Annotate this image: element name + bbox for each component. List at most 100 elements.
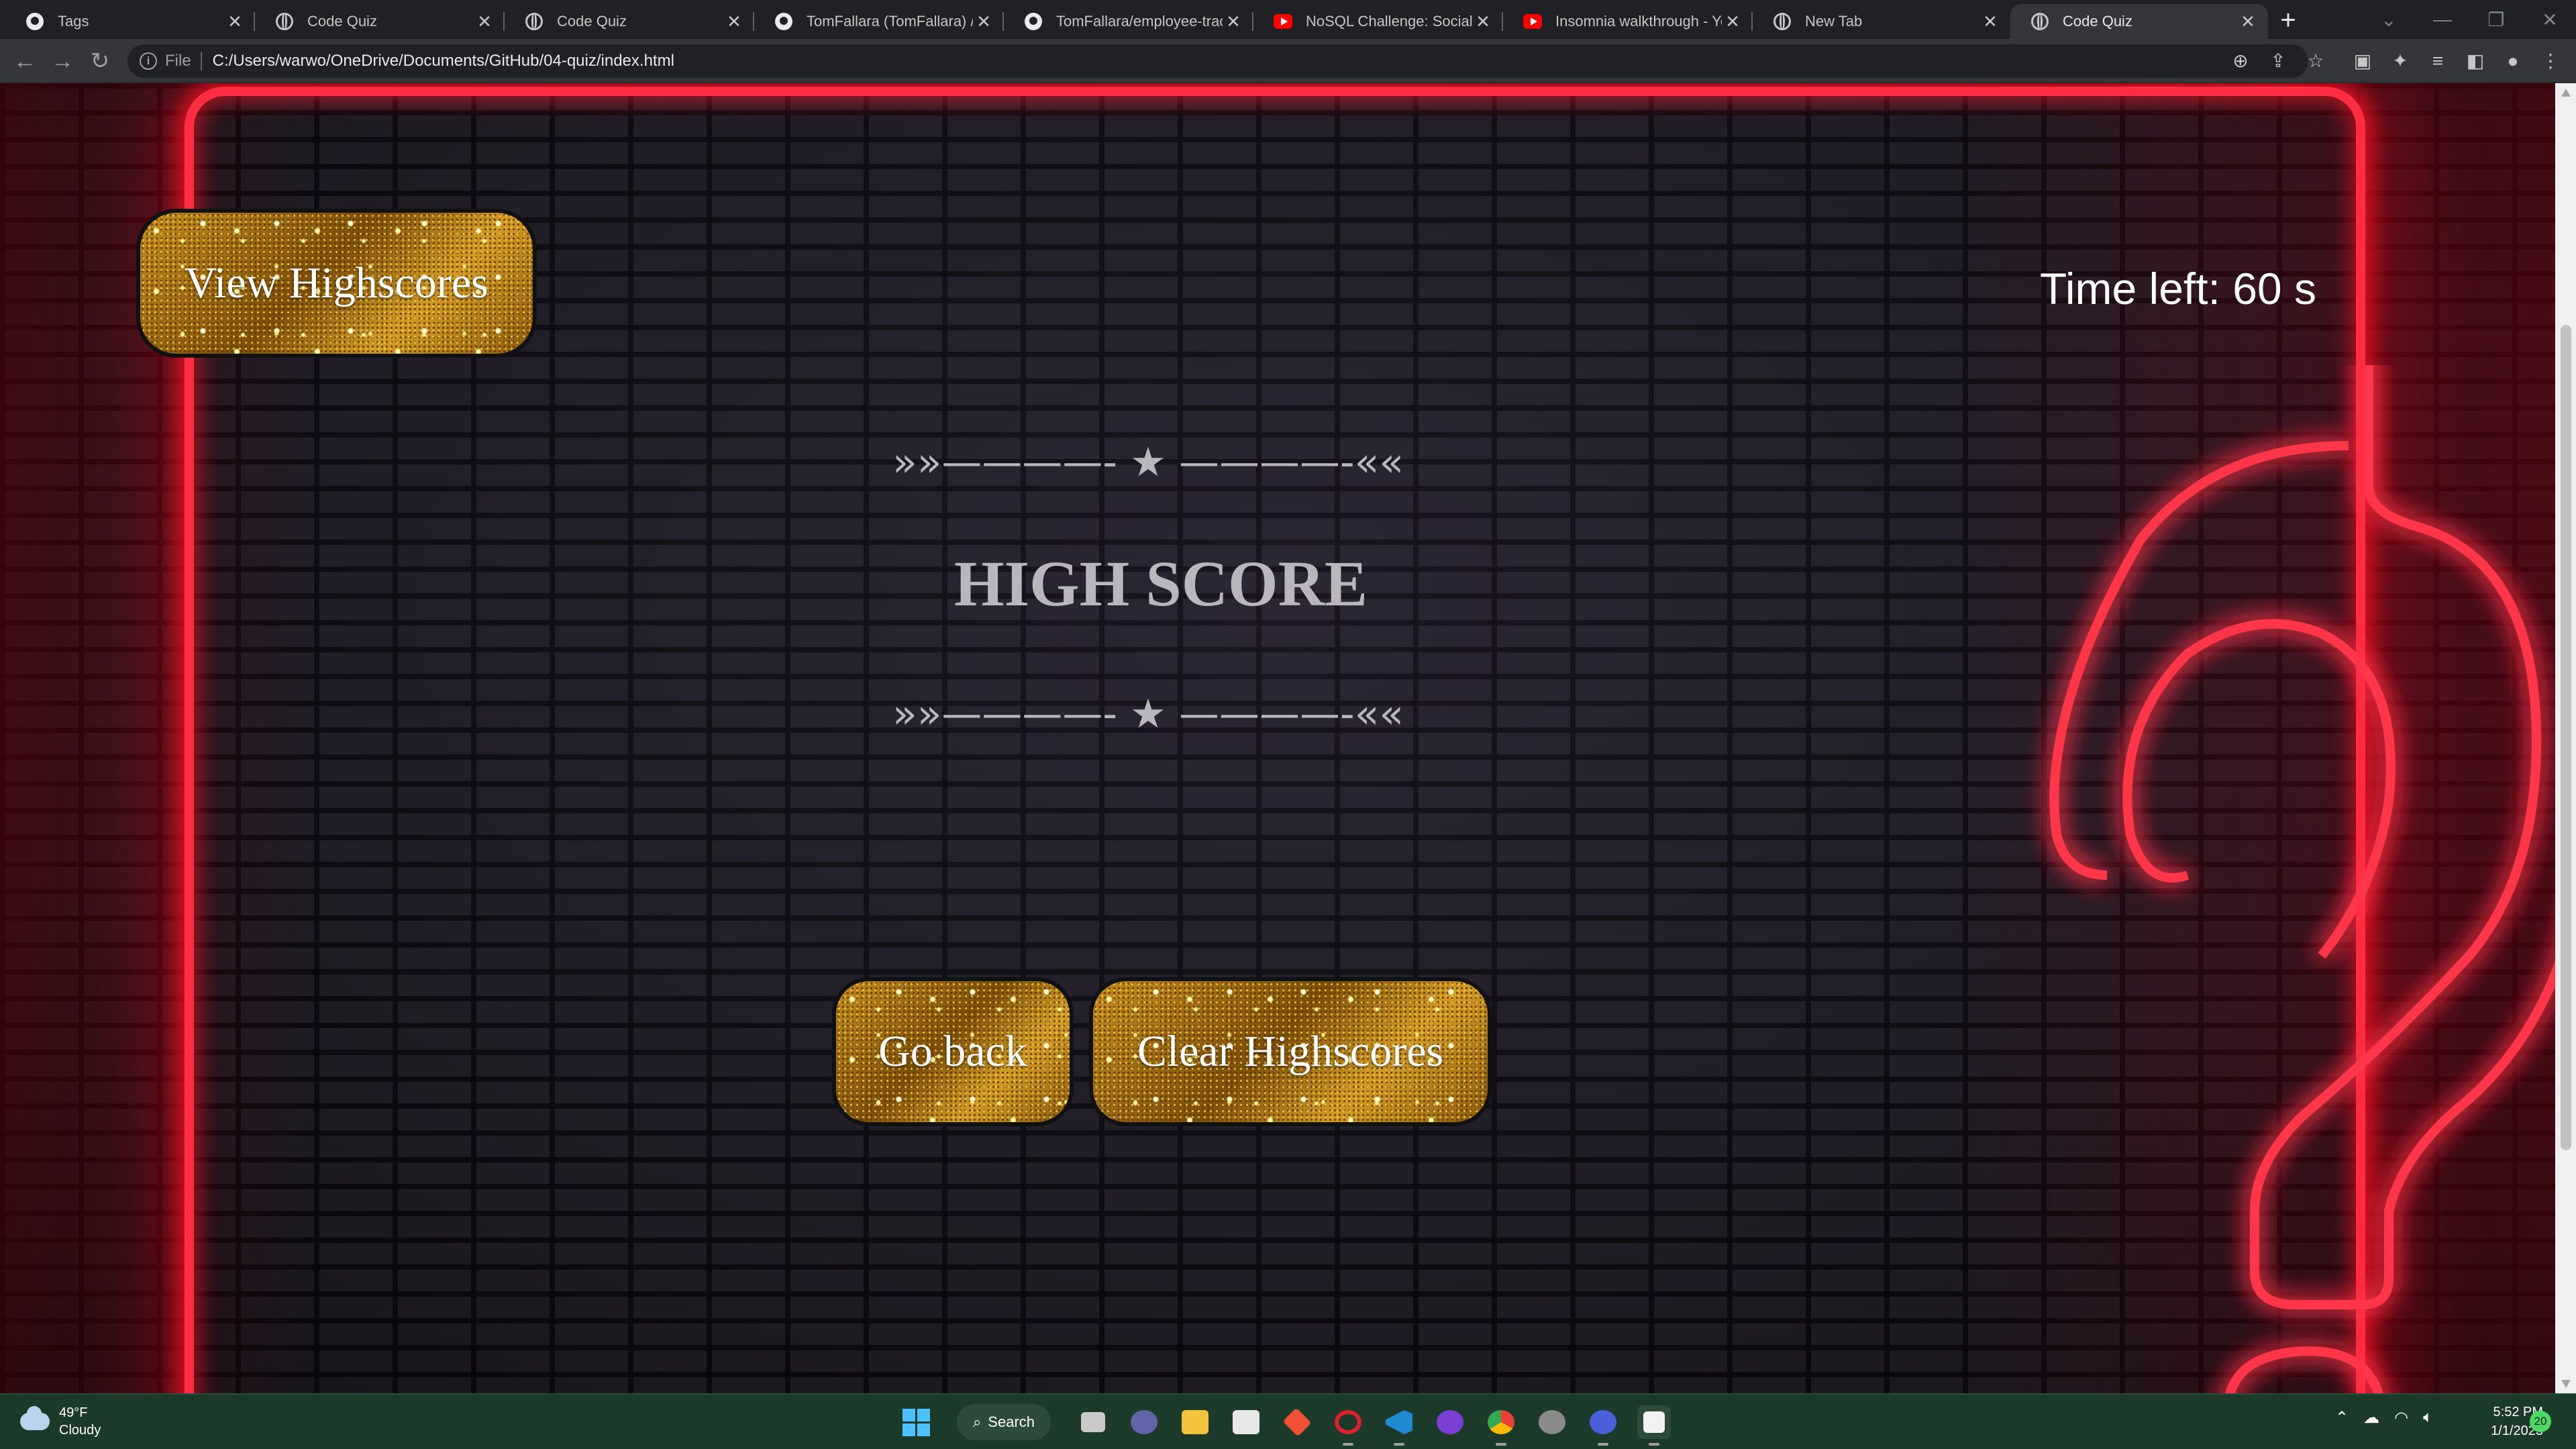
info-icon[interactable]: i — [140, 52, 157, 70]
share-icon[interactable]: ⇪ — [2265, 48, 2291, 74]
close-icon[interactable]: ✕ — [1979, 11, 2001, 32]
chrome-icon[interactable] — [1484, 1405, 1518, 1446]
tab-strip: Tags ✕ Code Quiz ✕ Code Quiz ✕ TomFallar… — [0, 0, 2576, 39]
tab-title: Tags — [58, 13, 89, 30]
close-icon[interactable]: ✕ — [1472, 11, 1494, 32]
tab-new-tab[interactable]: New Tab ✕ — [1753, 4, 2010, 39]
task-view-icon[interactable] — [1076, 1405, 1110, 1439]
close-window-button[interactable]: ✕ — [2523, 0, 2576, 39]
close-icon[interactable]: ✕ — [1722, 11, 1743, 32]
divider — [200, 52, 202, 70]
scroll-down-arrow-icon[interactable] — [2561, 1380, 2571, 1388]
scroll-up-arrow-icon[interactable] — [2561, 89, 2571, 97]
windows-logo-icon — [902, 1408, 930, 1436]
volume-icon[interactable]: 🔈︎ — [2423, 1408, 2432, 1428]
globe-icon — [275, 12, 294, 31]
address-bar[interactable]: i File C:/Users/warwo/OneDrive/Documents… — [127, 44, 2308, 78]
go-back-button[interactable]: Go back — [832, 977, 1074, 1126]
extensions-puzzle-icon[interactable]: ✦ — [2387, 48, 2413, 74]
close-icon[interactable]: ✕ — [224, 11, 246, 32]
menu-kebab-icon[interactable]: ⋮ — [2538, 48, 2563, 74]
tab-title: Code Quiz — [557, 13, 627, 30]
tab-search-chevron-icon[interactable]: ⌄ — [2362, 0, 2416, 39]
scheme-label: File — [165, 52, 191, 70]
notification-badge[interactable]: 20 — [2530, 1411, 2551, 1432]
opera-icon[interactable] — [1331, 1405, 1365, 1446]
vscode-icon[interactable] — [1382, 1405, 1416, 1446]
file-explorer-icon[interactable] — [1178, 1405, 1212, 1439]
snipping-tool-icon[interactable] — [1637, 1405, 1671, 1446]
restore-button[interactable]: ❐ — [2469, 0, 2523, 39]
git-icon[interactable] — [1280, 1405, 1314, 1439]
profile-avatar[interactable]: ● — [2500, 48, 2526, 74]
clear-highscores-button[interactable]: Clear Highscores — [1089, 977, 1492, 1126]
media-icon[interactable]: ≡ — [2425, 48, 2451, 74]
weather-temp: 49°F — [59, 1405, 88, 1420]
view-highscores-button[interactable]: View Highscores — [136, 209, 537, 358]
windows-taskbar: 49°F Cloudy ⌕ Search ⌃ ☁ ◠ 🔈︎ 5:52 PM 1/… — [0, 1393, 2576, 1449]
close-icon[interactable]: ✕ — [723, 11, 745, 32]
tab-title: Code Quiz — [307, 13, 377, 30]
reload-button[interactable]: ↻ — [85, 46, 115, 77]
chevron-up-icon[interactable]: ⌃ — [2335, 1408, 2349, 1428]
search-icon: ⌕ — [972, 1413, 982, 1430]
side-panel-icon[interactable]: ◧ — [2463, 48, 2488, 74]
forward-button[interactable]: → — [47, 46, 78, 77]
tab-github-profile[interactable]: TomFallara (TomFallara) / Re ✕ — [754, 4, 1004, 39]
microsoft-store-icon[interactable] — [1229, 1405, 1263, 1439]
tab-code-quiz[interactable]: Code Quiz ✕ — [505, 4, 754, 39]
settings-gear-icon[interactable] — [1535, 1405, 1569, 1439]
weather-condition: Cloudy — [59, 1423, 101, 1438]
github-icon — [25, 12, 44, 31]
timer-text: Time left: 60 s — [2040, 264, 2317, 313]
back-button[interactable]: ← — [9, 46, 40, 77]
url-text[interactable]: C:/Users/warwo/OneDrive/Documents/GitHub… — [213, 52, 674, 70]
tab-title: TomFallara (TomFallara) / Re — [807, 13, 973, 30]
tab-tags[interactable]: Tags ✕ — [5, 4, 255, 39]
youtube-icon — [1274, 12, 1292, 31]
tab-code-quiz[interactable]: Code Quiz ✕ — [255, 4, 505, 39]
minimize-button[interactable]: — — [2416, 0, 2469, 39]
globe-icon — [525, 12, 544, 31]
vertical-scrollbar[interactable] — [2555, 83, 2576, 1393]
scroll-thumb[interactable] — [2561, 325, 2571, 1150]
wifi-icon[interactable]: ◠ — [2394, 1408, 2408, 1428]
tab-insomnia-walkthrough[interactable]: Insomnia walkthrough - You ✕ — [1503, 4, 1753, 39]
close-icon[interactable]: ✕ — [474, 11, 495, 32]
extension-v-icon[interactable]: ▣ — [2350, 48, 2375, 74]
tab-title: New Tab — [1805, 13, 1863, 30]
decorative-divider: »»————- ★ ————-«« — [892, 439, 1404, 486]
search-label: Search — [988, 1413, 1035, 1430]
taskbar-search-button[interactable]: ⌕ Search — [957, 1404, 1051, 1440]
tab-nosql-challenge[interactable]: NoSQL Challenge: Social Ne ✕ — [1253, 4, 1503, 39]
close-icon[interactable]: ✕ — [1223, 11, 1244, 32]
youtube-icon — [1523, 12, 1542, 31]
page-title: HIGH SCORE — [954, 548, 1368, 619]
system-tray: ⌃ ☁ ◠ 🔈︎ — [2335, 1408, 2432, 1428]
tab-employee-tracker[interactable]: TomFallara/employee-tracke ✕ — [1004, 4, 1253, 39]
github-icon — [774, 12, 793, 31]
close-icon[interactable]: ✕ — [973, 11, 994, 32]
github-desktop-icon[interactable] — [1433, 1405, 1467, 1439]
onedrive-icon[interactable]: ☁ — [2363, 1408, 2379, 1428]
tab-code-quiz-active[interactable]: Code Quiz ✕ — [2010, 4, 2268, 39]
tab-title: Insomnia walkthrough - You — [1555, 13, 1722, 30]
new-tab-button[interactable]: + — [2272, 4, 2304, 36]
decorative-divider: »»————- ★ ————-«« — [892, 691, 1404, 738]
zoom-icon[interactable]: ⊕ — [2228, 48, 2253, 74]
github-icon — [1024, 12, 1043, 31]
tab-title: Code Quiz — [2063, 13, 2132, 30]
globe-icon — [2030, 12, 2049, 31]
chrome-icon — [1773, 12, 1792, 31]
start-button[interactable] — [899, 1405, 933, 1439]
close-icon[interactable]: ✕ — [2237, 11, 2259, 32]
bookmark-star-icon[interactable]: ☆ — [2303, 48, 2328, 74]
browser-toolbar: ← → ↻ i File C:/Users/warwo/OneDrive/Doc… — [0, 39, 2576, 83]
tab-title: NoSQL Challenge: Social Ne — [1306, 13, 1472, 30]
teams-chat-icon[interactable] — [1127, 1405, 1161, 1439]
tab-title: TomFallara/employee-tracke — [1056, 13, 1223, 30]
page-viewport: View Highscores Time left: 60 s »»————- … — [0, 83, 2555, 1393]
weather-text: 49°F Cloudy — [59, 1404, 101, 1439]
weather-widget[interactable]: 49°F Cloudy — [20, 1404, 101, 1439]
browser-app-icon[interactable] — [1586, 1405, 1620, 1446]
